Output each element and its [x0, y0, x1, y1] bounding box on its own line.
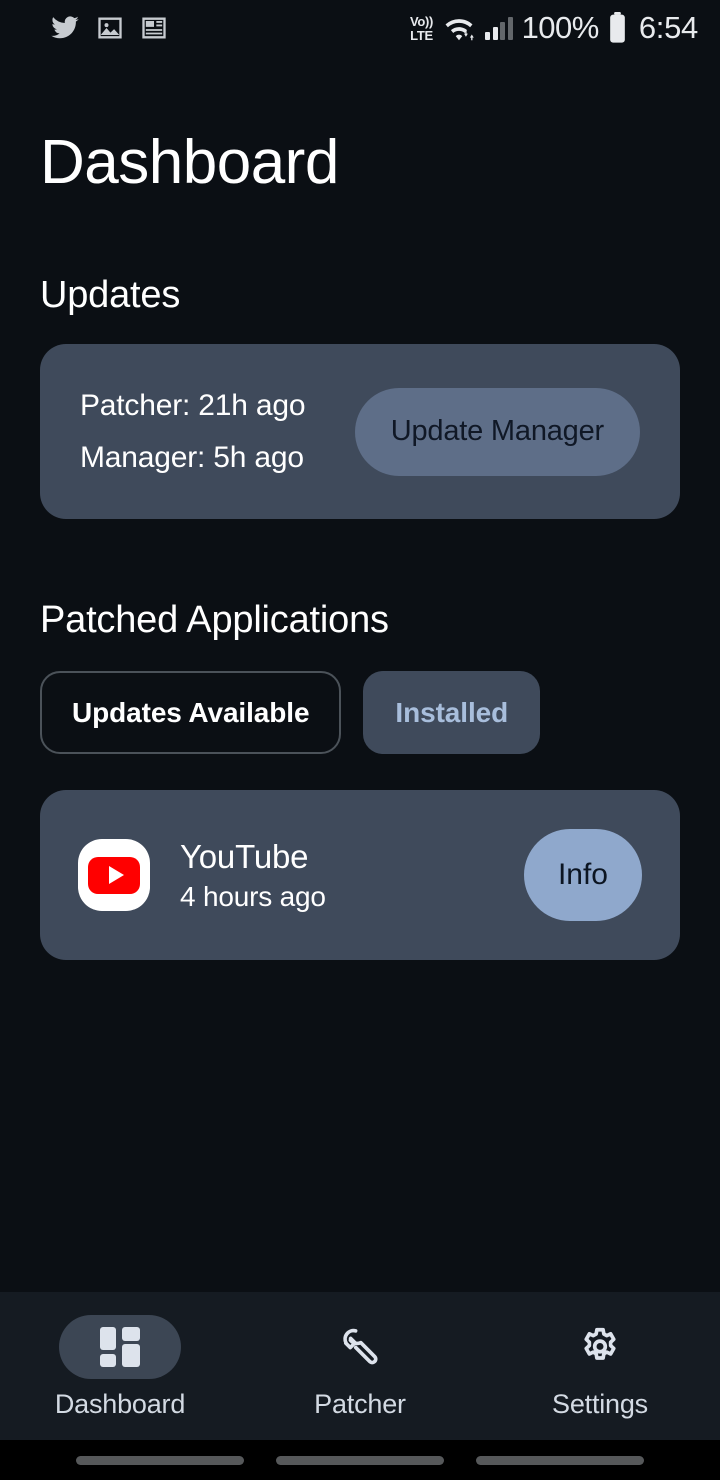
system-gesture-nav: [0, 1440, 720, 1480]
youtube-icon: [78, 839, 150, 911]
gear-icon: [584, 1327, 616, 1360]
nav-label-patcher: Patcher: [314, 1388, 406, 1419]
main-content: Dashboard Updates Patcher: 21h ago Manag…: [0, 56, 720, 1292]
section-title-updates: Updates: [40, 274, 181, 316]
manager-last-update: Manager: 5h ago: [80, 440, 304, 474]
youtube-icon-body: [88, 856, 140, 894]
bottom-navigation-bar: Dashboard Patcher Settings: [0, 1292, 720, 1440]
nav-pill-patcher: [299, 1315, 421, 1379]
section-title-patched-applications: Patched Applications: [40, 599, 389, 641]
app-patched-time: 4 hours ago: [180, 880, 326, 912]
status-bar: Vo)) LTE 100% 6:54: [0, 0, 720, 56]
clock: 6:54: [638, 10, 698, 45]
gesture-bar-back[interactable]: [76, 1455, 244, 1465]
updates-card: Patcher: 21h ago Manager: 5h ago Update …: [40, 344, 680, 519]
update-manager-button[interactable]: Update Manager: [354, 387, 640, 476]
battery-percent: 100%: [521, 10, 600, 45]
play-triangle-icon: [108, 866, 124, 884]
nav-pill-settings: [539, 1315, 661, 1379]
filter-installed[interactable]: Installed: [363, 671, 541, 754]
dashboard-grid-icon: [100, 1326, 140, 1367]
nav-pill-dashboard: [59, 1314, 181, 1379]
photo-icon: [98, 17, 122, 39]
updates-timestamps: Patcher: 21h ago Manager: 5h ago: [80, 388, 306, 474]
volte-icon: Vo)) LTE: [409, 13, 434, 43]
app-name: YouTube: [180, 837, 309, 875]
patched-applications-filter-group: Updates Available Installed: [40, 671, 680, 754]
gesture-bar-recents[interactable]: [476, 1455, 644, 1465]
news-icon: [142, 17, 166, 39]
app-list-item-youtube[interactable]: YouTube 4 hours ago Info: [40, 790, 680, 960]
nav-item-dashboard[interactable]: Dashboard: [0, 1314, 240, 1419]
filter-updates-available[interactable]: Updates Available: [40, 671, 342, 754]
wrench-icon: [343, 1328, 378, 1364]
status-bar-system: Vo)) LTE 100% 6:54: [410, 10, 698, 46]
app-info-button[interactable]: Info: [523, 829, 642, 921]
twitter-icon: [51, 16, 79, 39]
wifi-icon: [445, 19, 474, 41]
battery-full-icon: [610, 12, 625, 43]
nav-label-settings: Settings: [552, 1388, 648, 1419]
app-item-text: YouTube 4 hours ago: [180, 840, 326, 911]
nav-item-settings[interactable]: Settings: [480, 1315, 720, 1418]
nav-item-patcher[interactable]: Patcher: [240, 1315, 480, 1418]
patcher-last-update: Patcher: 21h ago: [80, 388, 306, 422]
gesture-bar-home[interactable]: [276, 1455, 444, 1465]
page-title: Dashboard: [40, 128, 339, 197]
nav-label-dashboard: Dashboard: [54, 1388, 186, 1419]
phone-screen: Vo)) LTE 100% 6:54 Dashboard Updates Pat…: [0, 0, 720, 1480]
status-bar-notifications: [50, 13, 168, 43]
signal-bars-icon: [485, 16, 513, 40]
